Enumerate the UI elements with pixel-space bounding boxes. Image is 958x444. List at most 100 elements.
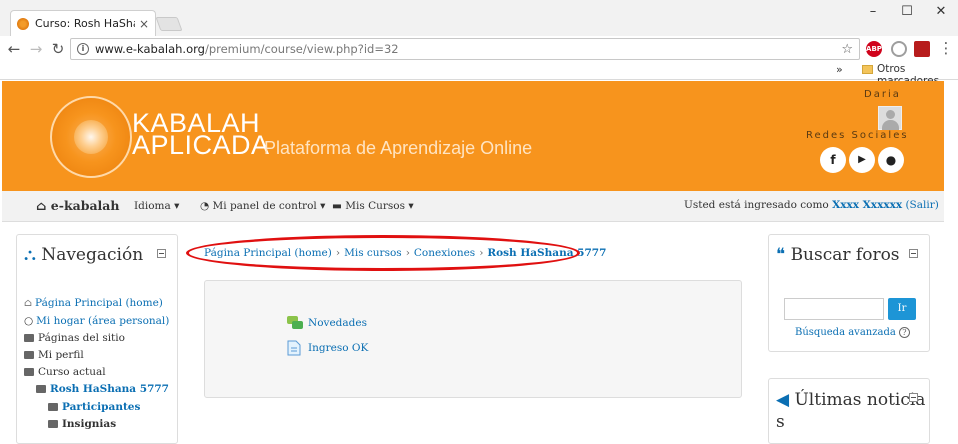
nav-item-course-label: Rosh HaShana 5777	[50, 383, 169, 395]
dashboard-icon: ◔	[200, 200, 213, 212]
new-tab-button[interactable]	[155, 17, 183, 31]
facebook-icon[interactable]: f	[820, 147, 846, 173]
latest-news-title-line1: Últimas noticia	[794, 390, 926, 410]
nav-item-insignias[interactable]: Insignias	[48, 418, 116, 430]
menu-mi-panel[interactable]: ◔ Mi panel de control ▾	[200, 200, 325, 212]
pdf-icon[interactable]	[914, 41, 930, 57]
bookmarks-overflow-chevron-icon[interactable]: »	[836, 63, 843, 76]
search-forums-input[interactable]	[784, 298, 884, 320]
collapse-news-icon[interactable]	[909, 393, 918, 402]
kabalah-logo[interactable]	[50, 96, 132, 178]
nav-item-course[interactable]: Rosh HaShana 5777	[36, 383, 169, 395]
navigation-title: ⛬ Navegación	[24, 245, 143, 265]
search-forums-title-label: Buscar foros	[790, 245, 900, 265]
nav-item-home[interactable]: ⌂ Página Principal (home)	[24, 297, 163, 309]
browser-tab[interactable]: Curso: Rosh HaShana 57 ×	[10, 10, 156, 36]
nav-item-home-label: Página Principal (home)	[35, 297, 163, 309]
back-arrow-icon[interactable]: ←	[4, 40, 24, 58]
collapse-search-icon[interactable]	[909, 249, 918, 258]
sitemap-icon: ⛬	[24, 245, 42, 265]
nav-item-paginas[interactable]: Páginas del sitio	[24, 332, 125, 344]
collapse-navigation-icon[interactable]	[157, 249, 166, 258]
nav-item-paginas-label: Páginas del sitio	[38, 332, 125, 344]
navbar-brand[interactable]: ⌂ e-kabalah	[36, 198, 119, 213]
advanced-search-link[interactable]: Búsqueda avanzada?	[795, 327, 910, 338]
search-go-button[interactable]: Ir	[888, 298, 916, 320]
page-icon	[287, 340, 301, 356]
nav-item-curso-actual[interactable]: Curso actual	[24, 366, 106, 378]
folder-open-icon	[36, 385, 46, 393]
login-user-link[interactable]: Xxxx Xxxxxx	[832, 199, 902, 211]
folder-icon	[24, 334, 34, 342]
nav-item-mi-hogar-label: Mi hogar (área personal)	[36, 315, 170, 327]
login-info: Usted está ingresado como Xxxx Xxxxxx (S…	[684, 199, 939, 211]
navigation-title-label: Navegación	[41, 245, 144, 265]
forward-arrow-icon[interactable]: →	[26, 40, 46, 58]
avatar[interactable]	[878, 106, 902, 130]
address-bar[interactable]: i www.e-kabalah.org/premium/course/view.…	[70, 38, 860, 60]
logout-link[interactable]: (Salir)	[905, 199, 938, 211]
brand-line-2: APLICADA	[132, 130, 270, 160]
login-prefix: Usted está ingresado como	[684, 199, 833, 211]
close-tab-icon[interactable]: ×	[139, 17, 149, 31]
close-window-button[interactable]: ✕	[926, 2, 956, 22]
menu-mis-cursos-label: Mis Cursos ▾	[345, 200, 414, 212]
adblock-icon[interactable]: ABP	[866, 41, 882, 57]
nav-item-participantes[interactable]: Participantes	[48, 401, 140, 413]
folder-icon	[48, 403, 58, 411]
folder-open-icon	[24, 368, 34, 376]
folder-icon	[862, 65, 873, 74]
menu-mis-cursos[interactable]: ▬ Mis Cursos ▾	[332, 200, 414, 212]
ghostery-icon[interactable]	[891, 41, 907, 57]
site-header: KABALAH APLICADA Plataforma de Aprendiza…	[2, 81, 944, 191]
nav-item-participantes-label: Participantes	[62, 401, 141, 413]
user-name[interactable]: Daria	[864, 89, 901, 100]
nav-item-mi-perfil[interactable]: Mi perfil	[24, 349, 84, 361]
menu-mi-panel-label: Mi panel de control ▾	[212, 200, 326, 212]
activity-ingreso-ok-label: Ingreso OK	[308, 342, 369, 354]
latest-news-title: ◀ Últimas noticia s	[776, 389, 925, 433]
megaphone-icon: ◀	[776, 390, 795, 410]
maximize-button[interactable]: ☐	[892, 2, 922, 22]
home-icon: ⌂	[24, 297, 33, 309]
site-tagline: Plataforma de Aprendizaje Online	[264, 138, 533, 158]
tab-title: Curso: Rosh HaShana 57	[35, 17, 135, 30]
latest-news-title-line2: s	[776, 412, 785, 432]
nav-item-mi-perfil-label: Mi perfil	[38, 349, 84, 361]
reload-icon[interactable]: ↻	[48, 40, 68, 58]
flower-of-life-icon	[74, 120, 108, 154]
circle-icon: ○	[24, 315, 34, 327]
help-icon[interactable]: ?	[898, 327, 910, 338]
search-forums-title: ❝ Buscar foros	[776, 245, 900, 265]
minimize-button[interactable]: –	[858, 2, 888, 22]
course-content	[204, 280, 742, 398]
navigation-block: ⛬ Navegación ⌂ Página Principal (home) ○ M…	[16, 234, 178, 444]
navbar-brand-label: e-kabalah	[50, 198, 120, 213]
bookmarks-bar	[0, 62, 958, 80]
folder-icon	[48, 420, 58, 428]
highlight-annotation-ellipse	[186, 235, 580, 271]
nav-item-insignias-label: Insignias	[62, 418, 117, 430]
menu-idioma[interactable]: Idioma ▾	[134, 200, 179, 212]
browser-menu-icon[interactable]: ⋮	[936, 39, 956, 57]
youtube-icon[interactable]: ▶	[849, 147, 875, 173]
latest-news-block: ◀ Últimas noticia s	[768, 378, 930, 444]
forum-icon	[287, 316, 303, 329]
social-networks-label: Redes Sociales	[806, 130, 909, 141]
favicon-icon	[17, 17, 29, 30]
info-icon[interactable]: i	[77, 43, 89, 55]
advanced-search-label: Búsqueda avanzada	[795, 327, 896, 338]
home-icon: ⌂	[36, 198, 51, 213]
nav-item-mi-hogar[interactable]: ○ Mi hogar (área personal)	[24, 315, 169, 327]
briefcase-icon: ▬	[332, 200, 346, 212]
nav-item-curso-actual-label: Curso actual	[38, 366, 106, 378]
activity-novedades[interactable]: Novedades	[286, 315, 367, 331]
folder-icon	[24, 351, 34, 359]
globe-icon[interactable]: ●	[878, 147, 904, 173]
bookmark-star-icon[interactable]: ☆	[841, 42, 853, 57]
activity-ingreso-ok[interactable]: Ingreso OK	[286, 340, 368, 356]
comments-icon: ❝	[776, 245, 791, 265]
main-navbar: ⌂ e-kabalah Idioma ▾ ◔ Mi panel de contr…	[2, 191, 944, 222]
url-host: www.e-kabalah.org	[95, 42, 205, 56]
activity-novedades-label: Novedades	[308, 317, 367, 329]
